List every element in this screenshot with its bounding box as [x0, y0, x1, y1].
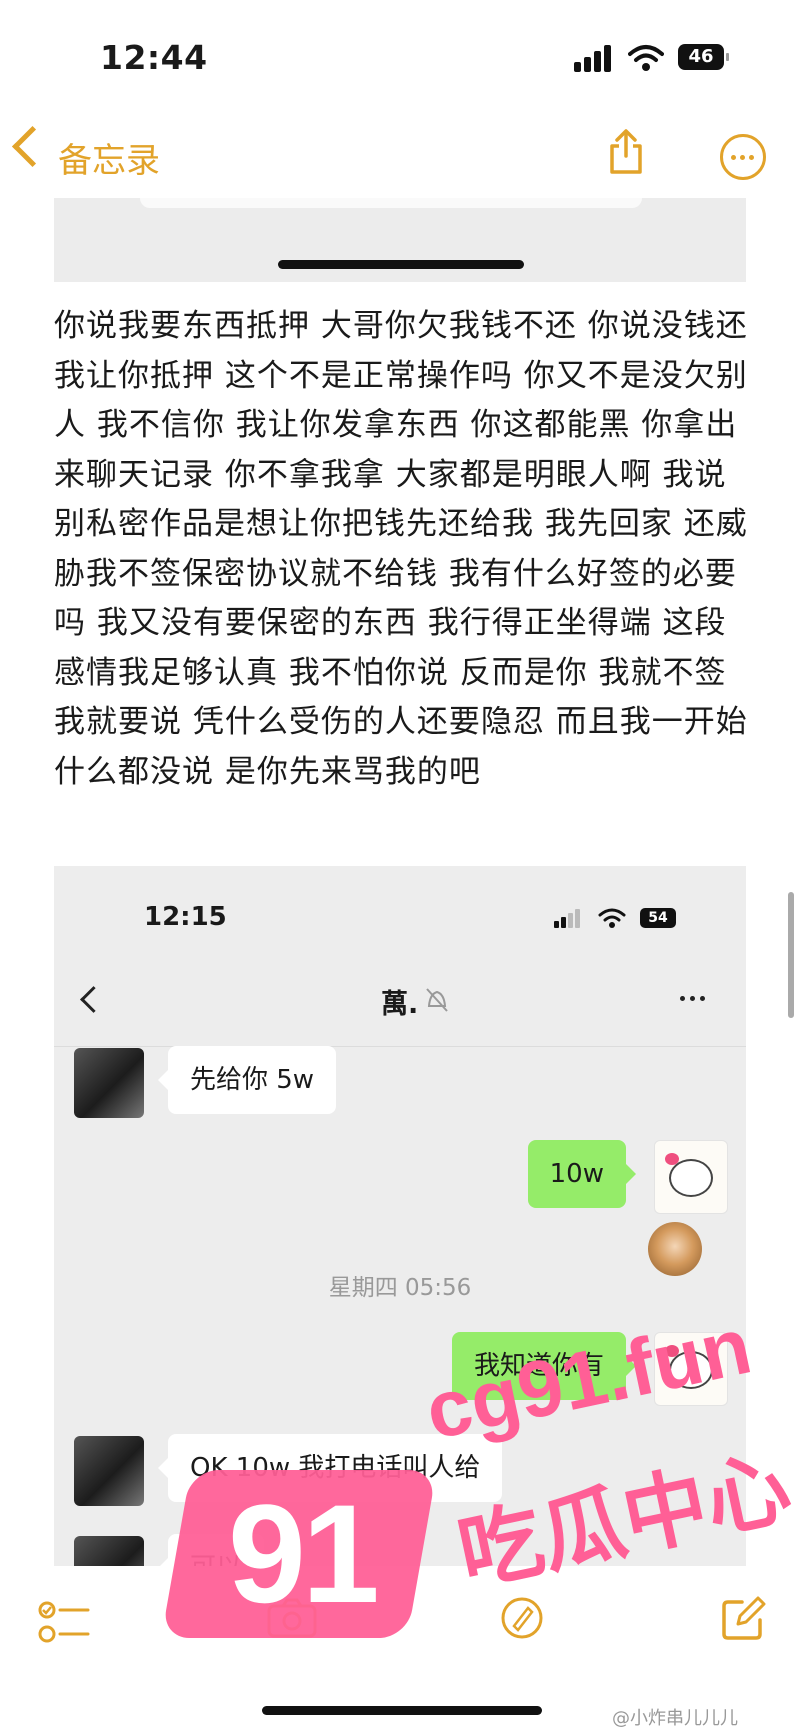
contact-avatar — [74, 1436, 144, 1506]
back-button[interactable]: 备忘录 — [58, 133, 160, 182]
chat-bubble-outgoing: 10w — [527, 1140, 637, 1208]
chat-wifi-icon — [598, 908, 626, 928]
chat-header-divider — [54, 1046, 746, 1047]
back-chevron-icon[interactable] — [11, 125, 54, 168]
image-home-indicator — [278, 260, 524, 269]
chat-bubble-incoming: 先给你 5w — [157, 1046, 337, 1114]
attached-image-top — [54, 198, 746, 282]
chat-battery-icon: 54 — [640, 908, 676, 928]
scroll-indicator[interactable] — [788, 892, 794, 1018]
cellular-signal-icon — [574, 44, 614, 72]
chat-signal-icon — [554, 908, 582, 928]
checklist-icon[interactable] — [38, 1598, 90, 1646]
user-avatar — [654, 1140, 728, 1214]
battery-icon: 46 — [678, 44, 729, 70]
share-icon[interactable] — [608, 128, 644, 174]
mute-bell-icon — [426, 988, 448, 1012]
wifi-icon — [628, 45, 664, 71]
note-body[interactable]: 你说我要东西抵押 大哥你欠我钱不还 你说没钱还 我让你抵押 这个不是正常操作吗 … — [54, 302, 754, 797]
watermark-number: 91 — [228, 1475, 380, 1632]
contact-avatar — [74, 1048, 144, 1118]
markup-pen-icon[interactable] — [500, 1596, 544, 1640]
status-time: 12:44 — [100, 38, 208, 77]
chat-timestamp: 星期四 05:56 — [328, 1275, 472, 1301]
chat-back-icon — [80, 986, 107, 1013]
compose-icon[interactable] — [720, 1596, 766, 1642]
more-options-icon[interactable] — [720, 134, 766, 180]
chat-status-time: 12:15 — [144, 902, 227, 932]
weibo-handle: @小炸串儿儿儿 — [612, 1708, 738, 1729]
home-indicator — [262, 1706, 542, 1715]
contact-avatar — [74, 1536, 144, 1566]
chat-contact-name: 萬. — [381, 989, 419, 1020]
